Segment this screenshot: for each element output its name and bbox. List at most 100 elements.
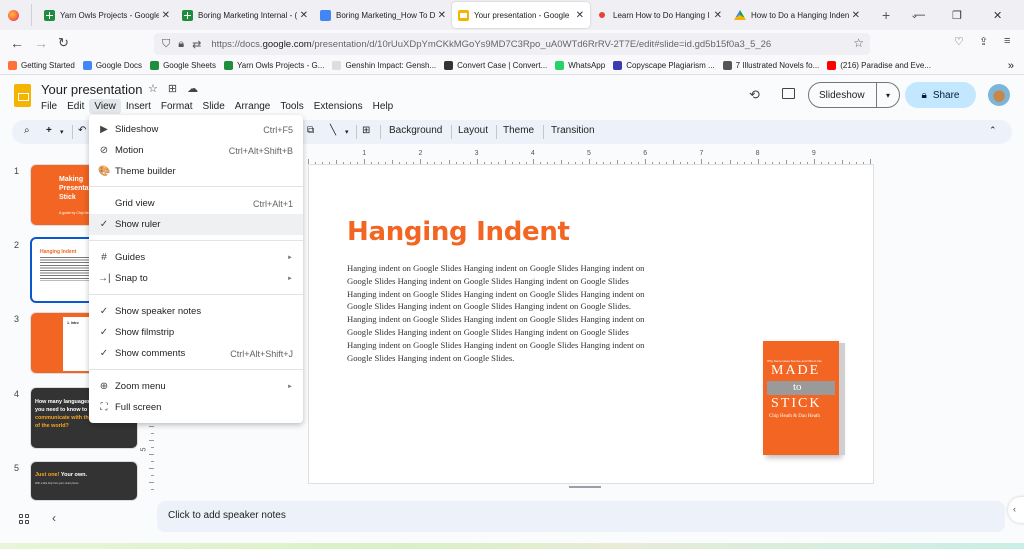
browser-tab[interactable]: How to Do a Hanging Inden ✕: [728, 2, 866, 28]
new-slide-dropdown-icon[interactable]: ▾: [60, 128, 64, 136]
search-menus-icon[interactable]: ⌕: [24, 125, 30, 136]
ruler-tick: [149, 440, 154, 441]
restore-button[interactable]: ❐: [952, 0, 962, 30]
menu-item-theme-builder[interactable]: 🎨 Theme builder: [89, 161, 303, 182]
menu-item-show-filmstrip[interactable]: ✓ Show filmstrip: [89, 322, 303, 343]
transition-button[interactable]: Transition: [551, 125, 595, 136]
star-icon[interactable]: ☆: [148, 82, 158, 95]
layout-button[interactable]: Layout: [458, 125, 488, 136]
bookmark-item[interactable]: Google Docs: [82, 61, 142, 70]
slideshow-dropdown-icon[interactable]: ▾: [877, 91, 899, 100]
browser-tab[interactable]: Yarn Owls Projects - Google ✕: [38, 2, 176, 28]
shape-icon[interactable]: ⧉: [307, 125, 314, 136]
menu-arrange[interactable]: Arrange: [230, 99, 276, 114]
ruler-tick: [151, 461, 154, 462]
theme-button[interactable]: Theme: [503, 125, 534, 136]
tab-close-button[interactable]: ✕: [300, 10, 308, 21]
menu-insert[interactable]: Insert: [121, 99, 156, 114]
browser-tab[interactable]: Your presentation - Google ✕: [452, 2, 590, 28]
app-menu-icon[interactable]: ≡: [1004, 35, 1010, 47]
bookmarks-overflow-button[interactable]: »: [1008, 60, 1014, 72]
tab-close-button[interactable]: ✕: [852, 10, 860, 21]
line-icon[interactable]: ╲: [330, 125, 336, 136]
document-title[interactable]: Your presentation: [41, 82, 142, 97]
bookmark-item[interactable]: Yarn Owls Projects - G...: [224, 61, 324, 70]
slide-canvas[interactable]: Hanging Indent Hanging indent on Google …: [308, 164, 874, 484]
pocket-icon[interactable]: ♡: [954, 35, 964, 48]
browser-tab[interactable]: Learn How to Do Hanging I ✕: [590, 2, 728, 28]
background-button[interactable]: Background: [389, 125, 442, 136]
undo-icon[interactable]: ↶: [78, 125, 86, 136]
bookmark-item[interactable]: Google Sheets: [150, 61, 216, 70]
menu-item-show-comments[interactable]: ✓ Show comments Ctrl+Alt+Shift+J: [89, 343, 303, 364]
window-close-button[interactable]: ✕: [993, 0, 1002, 30]
forward-button[interactable]: →: [34, 35, 48, 51]
browser-tab[interactable]: Boring Marketing Internal - ( ✕: [176, 2, 314, 28]
speaker-notes-field[interactable]: Click to add speaker notes: [157, 501, 1005, 532]
menu-edit[interactable]: Edit: [62, 99, 89, 114]
collapse-toolbar-icon[interactable]: ⌃: [989, 125, 997, 136]
collapse-filmstrip-icon[interactable]: ‹: [52, 511, 56, 525]
menu-item-snap-to[interactable]: →| Snap to ►: [89, 268, 303, 289]
minimize-button[interactable]: —: [914, 0, 925, 30]
horizontal-ruler[interactable]: 1 2 3 4 5 6 7 8 9: [308, 150, 874, 164]
menu-extensions[interactable]: Extensions: [309, 99, 368, 114]
menu-item-show-ruler[interactable]: ✓ Show ruler: [89, 214, 303, 235]
menu-item-zoom-menu[interactable]: ⊕ Zoom menu ►: [89, 376, 303, 397]
slide-body-text[interactable]: Hanging indent on Google Slides Hanging …: [347, 262, 659, 364]
bookmark-item[interactable]: Getting Started: [8, 61, 75, 70]
menu-slide[interactable]: Slide: [198, 99, 230, 114]
book-cover-image[interactable]: Why Some Ideas Survive and Others Die MA…: [763, 341, 845, 459]
add-comment-icon[interactable]: ⊞: [362, 125, 370, 136]
bookmark-item[interactable]: 7 Illustrated Novels fo...: [722, 61, 819, 70]
slides-logo-icon[interactable]: [14, 84, 31, 107]
bookmark-item[interactable]: WhatsApp: [555, 61, 605, 70]
bookmark-star-icon[interactable]: ☆: [853, 36, 864, 50]
side-panel-toggle-icon[interactable]: ‹: [1008, 497, 1024, 523]
slideshow-button[interactable]: Slideshow ▾: [808, 82, 900, 108]
bookmark-favicon-icon: [150, 61, 160, 70]
slide-thumbnail-5[interactable]: Just one! Your own. With a little help f…: [30, 461, 138, 501]
menu-item-guides[interactable]: # Guides ►: [89, 247, 303, 268]
tab-close-button[interactable]: ✕: [576, 10, 584, 21]
menu-item-grid-view[interactable]: Grid view Ctrl+Alt+1: [89, 193, 303, 214]
comments-icon[interactable]: [782, 88, 795, 99]
lock-icon[interactable]: 🔒︎: [178, 38, 184, 51]
shield-icon[interactable]: ⛉: [162, 38, 170, 51]
menu-item-slideshow[interactable]: ▶ Slideshow Ctrl+F5: [89, 119, 303, 140]
menu-file[interactable]: File: [36, 99, 62, 114]
slide-title[interactable]: Hanging Indent: [347, 217, 570, 247]
menu-tools[interactable]: Tools: [275, 99, 308, 114]
menu-view[interactable]: View: [89, 99, 121, 114]
account-avatar[interactable]: [988, 84, 1010, 106]
bookmark-item[interactable]: (216) Paradise and Eve...: [827, 61, 931, 70]
permissions-icon[interactable]: ⇄: [192, 38, 201, 51]
tab-close-button[interactable]: ✕: [714, 10, 722, 21]
menu-item-motion[interactable]: ⊘ Motion Ctrl+Alt+Shift+B: [89, 140, 303, 161]
new-slide-icon[interactable]: +: [46, 125, 52, 136]
menu-item-show-speaker-notes[interactable]: ✓ Show speaker notes: [89, 301, 303, 322]
share-button[interactable]: 🔒︎ Share: [905, 82, 976, 108]
new-tab-button[interactable]: +: [882, 7, 890, 23]
menu-format[interactable]: Format: [156, 99, 198, 114]
cloud-saved-icon[interactable]: ☁: [187, 82, 198, 95]
reload-button[interactable]: ↻: [58, 35, 69, 51]
url-text[interactable]: https://docs.google.com/presentation/d/1…: [211, 39, 771, 50]
menu-item-full-screen[interactable]: ⛶ Full screen: [89, 397, 303, 418]
notes-resize-handle[interactable]: [569, 486, 601, 488]
grid-view-icon[interactable]: [19, 514, 29, 524]
tab-close-button[interactable]: ✕: [162, 10, 170, 21]
tab-close-button[interactable]: ✕: [438, 10, 446, 21]
back-button[interactable]: ←: [10, 35, 24, 51]
bookmark-item[interactable]: Genshin Impact: Gensh...: [332, 61, 436, 70]
line-dropdown-icon[interactable]: ▾: [345, 128, 349, 136]
slideshow-label[interactable]: Slideshow: [809, 83, 877, 107]
extensions-icon[interactable]: ⇪: [979, 35, 988, 48]
move-folder-icon[interactable]: ⊞: [168, 82, 177, 95]
browser-tab[interactable]: Boring Marketing_How To D ✕: [314, 2, 452, 28]
version-history-icon[interactable]: ⟲: [749, 87, 760, 103]
menu-help[interactable]: Help: [368, 99, 399, 114]
address-bar[interactable]: ⛉ 🔒︎ ⇄ https://docs.google.com/presentat…: [154, 33, 870, 55]
bookmark-item[interactable]: Convert Case | Convert...: [444, 61, 547, 70]
bookmark-item[interactable]: Copyscape Plagiarism ...: [613, 61, 715, 70]
